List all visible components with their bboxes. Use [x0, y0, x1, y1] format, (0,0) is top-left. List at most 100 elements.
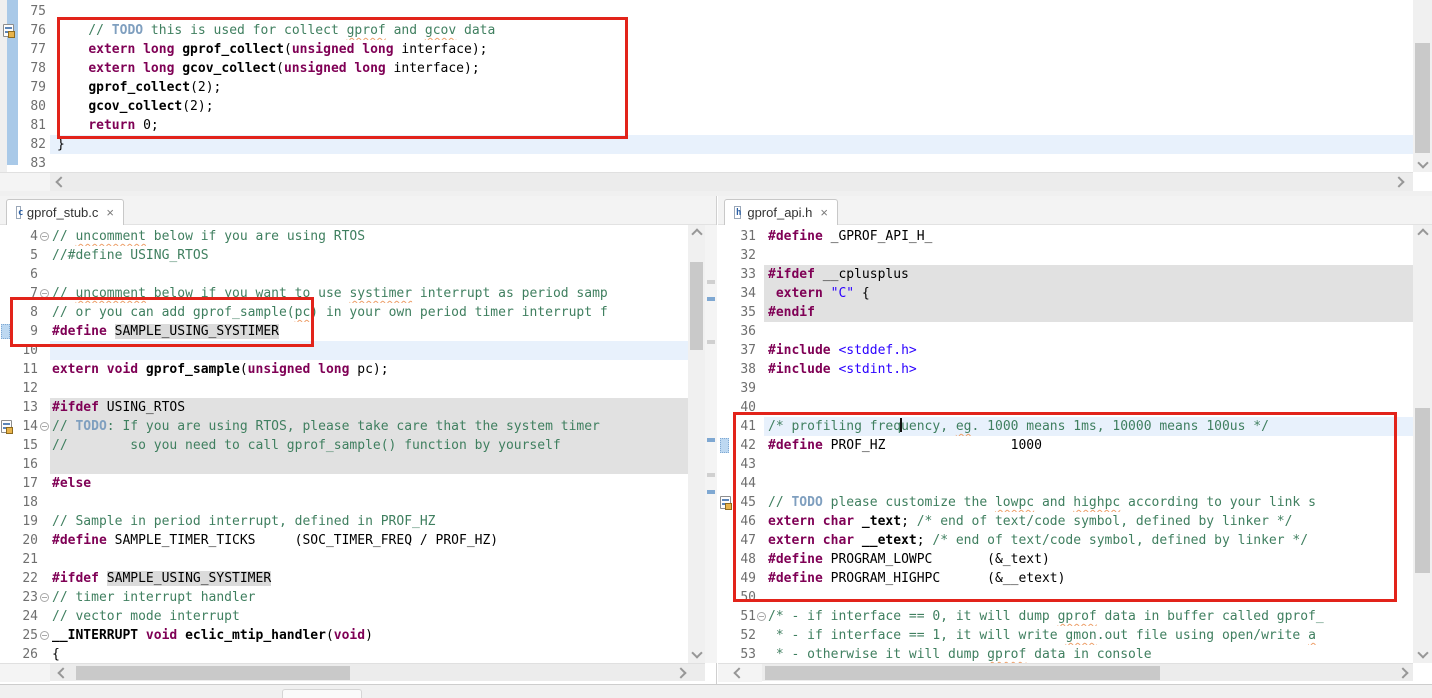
- code-area[interactable]: // uncomment below if you are using RTOS…: [0, 227, 688, 663]
- code-line[interactable]: #define PROF_HZ 1000: [764, 436, 1413, 455]
- code-line[interactable]: // vector mode interrupt: [50, 607, 688, 626]
- code-line[interactable]: [764, 455, 1413, 474]
- vertical-scrollbar[interactable]: [1413, 0, 1432, 172]
- code-line[interactable]: [764, 322, 1413, 341]
- line-number[interactable]: 77: [2, 40, 46, 59]
- code-line[interactable]: #define SAMPLE_USING_SYSTIMER: [50, 322, 688, 341]
- line-number[interactable]: 10: [2, 341, 38, 360]
- code-line[interactable]: [50, 455, 688, 474]
- scroll-down-arrow[interactable]: [1414, 646, 1431, 660]
- fold-collapse-icon[interactable]: [40, 232, 49, 241]
- code-line[interactable]: #ifdef __cplusplus: [764, 265, 1413, 284]
- line-number[interactable]: 31: [726, 227, 756, 246]
- line-number[interactable]: 20: [2, 531, 38, 550]
- line-number[interactable]: 23: [2, 588, 38, 607]
- code-line[interactable]: // TODO this is used for collect gprof a…: [50, 21, 1413, 40]
- line-number[interactable]: 78: [2, 59, 46, 78]
- line-number[interactable]: 43: [726, 455, 756, 474]
- annotation-marker-icon[interactable]: [720, 438, 729, 453]
- scroll-right-arrow[interactable]: [1394, 666, 1411, 680]
- overview-ruler-mark[interactable]: [707, 340, 715, 344]
- code-line[interactable]: /* profiling frequency, eg. 1000 means 1…: [764, 417, 1413, 436]
- line-number[interactable]: 83: [2, 154, 46, 173]
- task-marker-icon[interactable]: [1, 420, 12, 433]
- code-area[interactable]: #define _GPROF_API_H_ 3132 #ifdef __cplusp…: [718, 227, 1413, 663]
- overview-ruler-mark[interactable]: [707, 490, 715, 494]
- line-number[interactable]: 38: [726, 360, 756, 379]
- line-number[interactable]: 5: [2, 246, 38, 265]
- line-number[interactable]: 46: [726, 512, 756, 531]
- fold-collapse-icon[interactable]: [757, 612, 766, 621]
- code-line[interactable]: // uncomment below if you want to use sy…: [50, 284, 688, 303]
- scroll-up-arrow[interactable]: [1414, 227, 1431, 241]
- code-line[interactable]: // timer interrupt handler: [50, 588, 688, 607]
- code-line[interactable]: #include <stdint.h>: [764, 360, 1413, 379]
- code-line[interactable]: extern "C" {: [764, 284, 1413, 303]
- scroll-up-arrow[interactable]: [688, 227, 705, 241]
- line-number[interactable]: 18: [2, 493, 38, 512]
- line-number[interactable]: 22: [2, 569, 38, 588]
- line-number[interactable]: 48: [726, 550, 756, 569]
- code-line[interactable]: [50, 341, 688, 360]
- line-number[interactable]: 81: [2, 116, 46, 135]
- code-line[interactable]: [764, 474, 1413, 493]
- code-line[interactable]: /* - if interface == 0, it will dump gpr…: [764, 607, 1413, 626]
- code-line[interactable]: [50, 265, 688, 284]
- line-number[interactable]: 37: [726, 341, 756, 360]
- code-line[interactable]: [50, 379, 688, 398]
- line-number[interactable]: 51: [726, 607, 756, 626]
- fold-collapse-icon[interactable]: [40, 422, 49, 431]
- view-tab-selected[interactable]: [282, 689, 362, 698]
- line-number[interactable]: 19: [2, 512, 38, 531]
- tab-gprof-stub-c[interactable]: c gprof_stub.c ×: [6, 199, 124, 225]
- code-line[interactable]: extern char __etext; /* end of text/code…: [764, 531, 1413, 550]
- line-number[interactable]: 15: [2, 436, 38, 455]
- code-line[interactable]: extern char _text; /* end of text/code s…: [764, 512, 1413, 531]
- line-number[interactable]: 7: [2, 284, 38, 303]
- line-number[interactable]: 40: [726, 398, 756, 417]
- scroll-left-arrow[interactable]: [730, 666, 747, 680]
- code-line[interactable]: // uncomment below if you are using RTOS: [50, 227, 688, 246]
- scroll-left-arrow[interactable]: [52, 175, 69, 189]
- code-line[interactable]: [764, 379, 1413, 398]
- scrollbar-thumb[interactable]: [1415, 43, 1430, 153]
- line-number[interactable]: 53: [726, 645, 756, 663]
- line-number[interactable]: 32: [726, 246, 756, 265]
- scroll-down-arrow[interactable]: [1414, 156, 1431, 170]
- code-line[interactable]: gcov_collect(2);: [50, 97, 1413, 116]
- code-line[interactable]: [764, 398, 1413, 417]
- code-line[interactable]: #define _GPROF_API_H_: [764, 227, 1413, 246]
- scroll-right-arrow[interactable]: [672, 666, 689, 680]
- line-number[interactable]: 80: [2, 97, 46, 116]
- horizontal-scrollbar[interactable]: [718, 663, 1413, 681]
- code-area[interactable]: 75 // TODO this is used for collect gpro…: [0, 0, 1413, 173]
- line-number[interactable]: 16: [2, 455, 38, 474]
- line-number[interactable]: 44: [726, 474, 756, 493]
- tab-gprof-api-h[interactable]: h gprof_api.h ×: [724, 199, 838, 225]
- code-line[interactable]: __INTERRUPT void eclic_mtip_handler(void…: [50, 626, 688, 645]
- line-number[interactable]: 49: [726, 569, 756, 588]
- line-number[interactable]: 75: [2, 2, 46, 21]
- line-number[interactable]: 11: [2, 360, 38, 379]
- fold-collapse-icon[interactable]: [40, 631, 49, 640]
- line-number[interactable]: 34: [726, 284, 756, 303]
- line-number[interactable]: 33: [726, 265, 756, 284]
- code-line[interactable]: extern long gprof_collect(unsigned long …: [50, 40, 1413, 59]
- code-line[interactable]: [50, 2, 1413, 21]
- code-line[interactable]: #define PROGRAM_HIGHPC (&__etext): [764, 569, 1413, 588]
- line-number[interactable]: 79: [2, 78, 46, 97]
- task-marker-icon[interactable]: [720, 496, 731, 509]
- line-number[interactable]: 41: [726, 417, 756, 436]
- line-number[interactable]: 47: [726, 531, 756, 550]
- code-line[interactable]: //#define USING_RTOS: [50, 246, 688, 265]
- code-line[interactable]: #ifdef USING_RTOS: [50, 398, 688, 417]
- line-number[interactable]: 24: [2, 607, 38, 626]
- line-number[interactable]: 26: [2, 645, 38, 663]
- overview-ruler-mark[interactable]: [707, 280, 715, 284]
- horizontal-scrollbar[interactable]: [0, 172, 1413, 191]
- scroll-right-arrow[interactable]: [1390, 175, 1407, 189]
- code-line[interactable]: #include <stddef.h>: [764, 341, 1413, 360]
- code-line[interactable]: * - otherwise it will dump gprof data in…: [764, 645, 1413, 663]
- scrollbar-thumb[interactable]: [1415, 408, 1430, 573]
- code-line[interactable]: // Sample in period interrupt, defined i…: [50, 512, 688, 531]
